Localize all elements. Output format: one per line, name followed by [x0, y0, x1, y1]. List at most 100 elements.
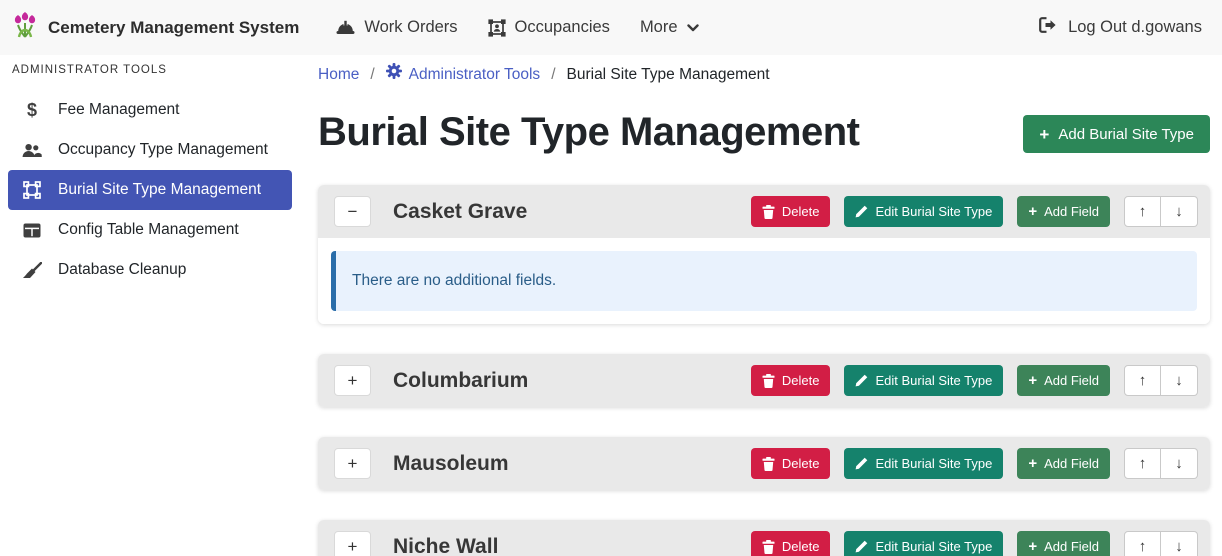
- gear-icon: [386, 63, 402, 85]
- edit-label: Edit Burial Site Type: [875, 204, 992, 219]
- breadcrumb-separator: /: [551, 64, 555, 85]
- edit-label: Edit Burial Site Type: [875, 373, 992, 388]
- move-up-button[interactable]: ↑: [1124, 531, 1161, 556]
- page-title: Burial Site Type Management: [318, 109, 859, 155]
- nav-link-label: More: [640, 18, 678, 37]
- edit-burial-site-type-button[interactable]: Edit Burial Site Type: [844, 196, 1003, 227]
- no-additional-fields-alert: There are no additional fields.: [331, 251, 1197, 311]
- move-down-button[interactable]: ↓: [1161, 196, 1198, 227]
- trash-icon: [762, 374, 775, 388]
- burial-site-type-card-columbarium: + Columbarium Delete: [318, 354, 1210, 407]
- card-header: − Casket Grave Delete: [318, 185, 1210, 238]
- top-navbar: Cemetery Management System Work Orders: [0, 0, 1222, 55]
- move-down-button[interactable]: ↓: [1161, 448, 1198, 479]
- vector-square-icon: [20, 181, 44, 199]
- burial-site-type-card-niche-wall: + Niche Wall Delete: [318, 520, 1210, 556]
- edit-burial-site-type-button[interactable]: Edit Burial Site Type: [844, 365, 1003, 396]
- pencil-icon: [855, 205, 868, 218]
- tulip-logo-icon: [12, 11, 38, 44]
- breadcrumb-home-link[interactable]: Home: [318, 64, 359, 85]
- delete-label: Delete: [782, 539, 820, 554]
- move-up-button[interactable]: ↑: [1124, 448, 1161, 479]
- delete-label: Delete: [782, 373, 820, 388]
- page-layout: ADMINISTRATOR TOOLS $ Fee Management Occ…: [0, 55, 1222, 556]
- main-content: Home / Administrator Tool: [300, 55, 1222, 556]
- dollar-icon: $: [20, 100, 44, 121]
- expand-toggle-button[interactable]: +: [334, 448, 371, 479]
- burial-site-type-card-mausoleum: + Mausoleum Delete: [318, 437, 1210, 490]
- nav-link-label: Occupancies: [515, 18, 610, 37]
- sidebar-item-occupancy-type-management[interactable]: Occupancy Type Management: [8, 130, 292, 170]
- add-burial-site-type-button[interactable]: + Add Burial Site Type: [1023, 115, 1210, 153]
- add-field-button[interactable]: + Add Field: [1017, 531, 1110, 556]
- breadcrumb-admin-tools-link[interactable]: Administrator Tools: [386, 63, 541, 85]
- add-field-button[interactable]: + Add Field: [1017, 448, 1110, 479]
- trash-icon: [762, 205, 775, 219]
- card-title: Casket Grave: [393, 200, 527, 224]
- plus-icon: +: [1039, 126, 1049, 143]
- sidebar-item-fee-management[interactable]: $ Fee Management: [8, 90, 292, 130]
- reorder-button-group: ↑ ↓: [1124, 365, 1198, 396]
- reorder-button-group: ↑ ↓: [1124, 196, 1198, 227]
- sidebar-item-config-table-management[interactable]: Config Table Management: [8, 210, 292, 250]
- edit-burial-site-type-button[interactable]: Edit Burial Site Type: [844, 448, 1003, 479]
- card-header: + Columbarium Delete: [318, 354, 1210, 407]
- pencil-icon: [855, 457, 868, 470]
- navbar-links: Work Orders Occupancies More: [321, 0, 713, 55]
- add-field-button[interactable]: + Add Field: [1017, 365, 1110, 396]
- nav-work-orders[interactable]: Work Orders: [321, 0, 472, 55]
- logout-button[interactable]: Log Out d.gowans: [1039, 17, 1202, 38]
- burial-site-type-card-casket-grave: − Casket Grave Delete: [318, 185, 1210, 324]
- add-field-label: Add Field: [1044, 539, 1099, 554]
- trash-icon: [762, 457, 775, 471]
- delete-button[interactable]: Delete: [751, 365, 831, 396]
- nav-more[interactable]: More: [625, 0, 714, 55]
- card-header: + Niche Wall Delete: [318, 520, 1210, 556]
- delete-button[interactable]: Delete: [751, 531, 831, 556]
- card-actions: Delete Edit Burial Site Type +: [751, 531, 1198, 556]
- reorder-button-group: ↑ ↓: [1124, 448, 1198, 479]
- add-field-label: Add Field: [1044, 204, 1099, 219]
- pencil-icon: [855, 374, 868, 387]
- move-up-button[interactable]: ↑: [1124, 365, 1161, 396]
- add-burial-site-type-label: Add Burial Site Type: [1058, 126, 1194, 143]
- expand-toggle-button[interactable]: +: [334, 531, 371, 556]
- card-actions: Delete Edit Burial Site Type +: [751, 196, 1198, 227]
- breadcrumb-current: Burial Site Type Management: [567, 64, 770, 85]
- occupancy-frame-icon: [488, 19, 506, 37]
- add-field-label: Add Field: [1044, 373, 1099, 388]
- delete-button[interactable]: Delete: [751, 196, 831, 227]
- move-down-button[interactable]: ↓: [1161, 365, 1198, 396]
- expand-toggle-button[interactable]: +: [334, 365, 371, 396]
- add-field-button[interactable]: + Add Field: [1017, 196, 1110, 227]
- brand[interactable]: Cemetery Management System: [12, 11, 299, 44]
- card-actions: Delete Edit Burial Site Type +: [751, 365, 1198, 396]
- sidebar-item-label: Burial Site Type Management: [58, 181, 261, 199]
- edit-label: Edit Burial Site Type: [875, 539, 992, 554]
- logout-icon: [1039, 17, 1058, 38]
- move-up-button[interactable]: ↑: [1124, 196, 1161, 227]
- plus-icon: +: [1028, 456, 1037, 471]
- app-title: Cemetery Management System: [48, 18, 299, 38]
- logout-label: Log Out d.gowans: [1068, 18, 1202, 37]
- trash-icon: [762, 540, 775, 554]
- breadcrumb: Home / Administrator Tool: [318, 63, 1210, 85]
- nav-occupancies[interactable]: Occupancies: [473, 0, 625, 55]
- hard-hat-icon: [336, 20, 355, 36]
- edit-burial-site-type-button[interactable]: Edit Burial Site Type: [844, 531, 1003, 556]
- table-icon: [20, 223, 44, 238]
- delete-label: Delete: [782, 204, 820, 219]
- add-field-label: Add Field: [1044, 456, 1099, 471]
- card-body: There are no additional fields.: [318, 238, 1210, 324]
- move-down-button[interactable]: ↓: [1161, 531, 1198, 556]
- breadcrumb-admin-tools-label: Administrator Tools: [409, 64, 541, 85]
- sidebar-item-database-cleanup[interactable]: Database Cleanup: [8, 250, 292, 290]
- sidebar-item-label: Database Cleanup: [58, 261, 186, 279]
- plus-icon: +: [1028, 373, 1037, 388]
- delete-button[interactable]: Delete: [751, 448, 831, 479]
- card-title: Columbarium: [393, 369, 528, 393]
- card-title: Niche Wall: [393, 535, 498, 556]
- collapse-toggle-button[interactable]: −: [334, 196, 371, 227]
- sidebar-item-burial-site-type-management[interactable]: Burial Site Type Management: [8, 170, 292, 210]
- card-actions: Delete Edit Burial Site Type +: [751, 448, 1198, 479]
